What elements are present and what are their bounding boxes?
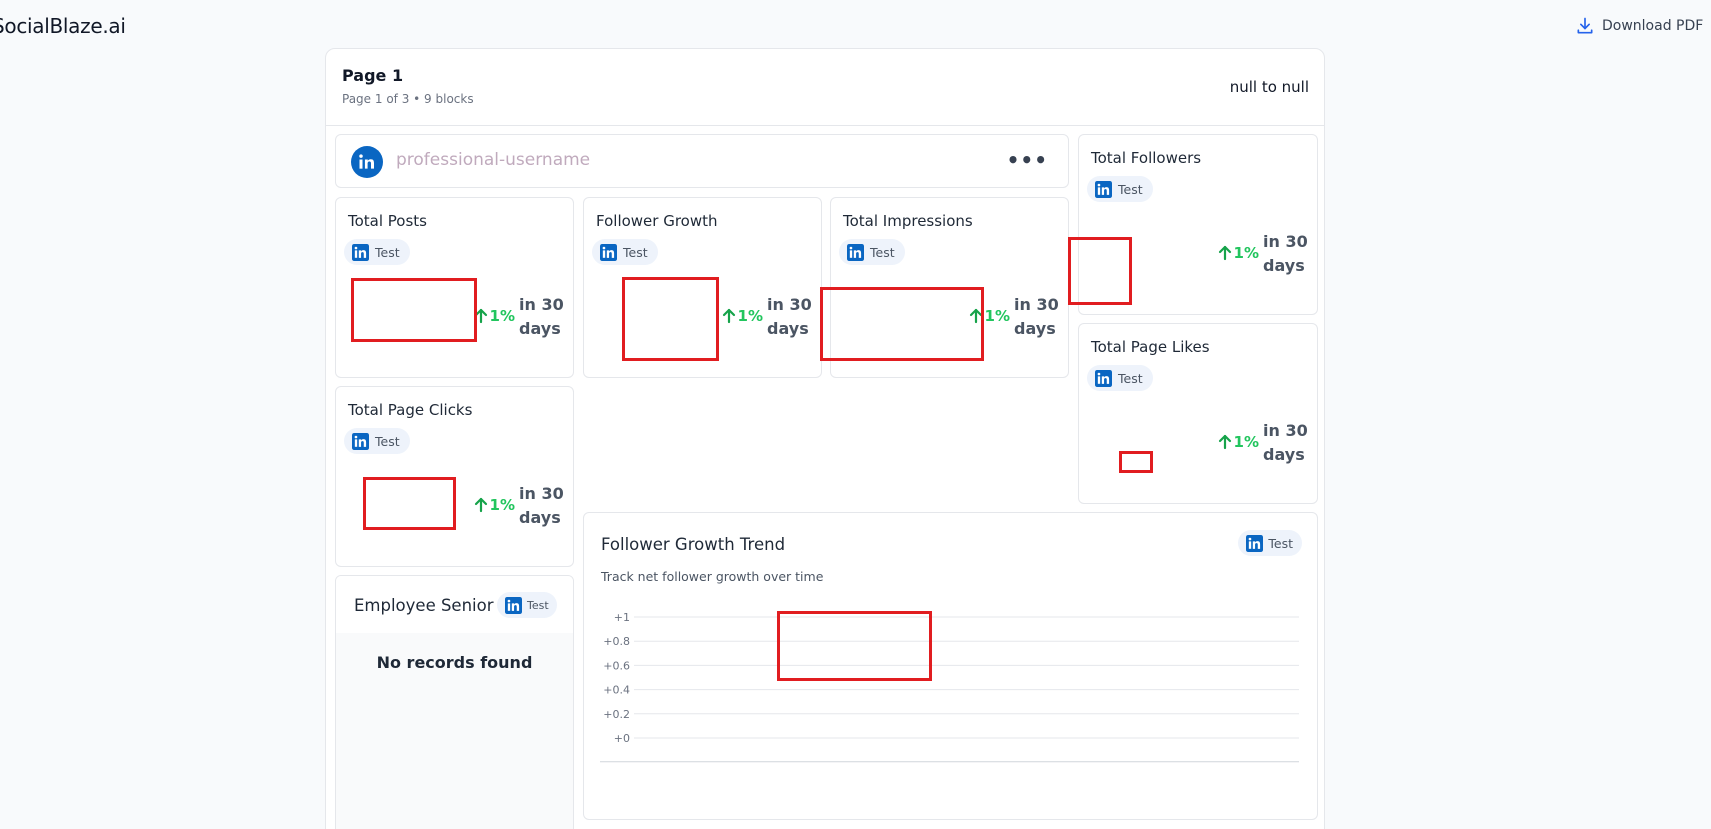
page-subtitle: Page 1 of 3 • 9 blocks	[342, 92, 474, 106]
highlight-box	[363, 477, 456, 530]
y-tick-label: +0.2	[603, 708, 630, 721]
arrow-up-icon	[474, 497, 487, 513]
linkedin-icon	[600, 243, 617, 261]
report-page: Page 1 Page 1 of 3 • 9 blocks null to nu…	[325, 48, 1325, 829]
change-indicator: 1%	[474, 496, 515, 514]
stat-title: Follower Growth	[596, 212, 718, 230]
empty-state-text: No records found	[376, 653, 533, 672]
change-indicator: 1%	[722, 307, 763, 325]
highlight-box	[622, 277, 719, 361]
change-period: in 30 days	[1263, 232, 1308, 275]
employee-senior-card: Employee Senior Test No records found	[335, 575, 574, 829]
stat-card-follower-growth: Follower Growth Test 1% in 30 days	[583, 197, 822, 378]
stat-title: Total Followers	[1091, 149, 1202, 167]
highlight-box	[820, 287, 984, 361]
employee-header: Employee Senior Test	[336, 576, 573, 633]
y-tick-label: +0.6	[603, 659, 630, 672]
stat-card-total-posts: Total Posts Test 1% in 30 days	[335, 197, 574, 378]
employee-list: No records found	[336, 633, 573, 829]
highlight-box	[777, 611, 932, 681]
linkedin-icon	[505, 596, 522, 614]
linkedin-icon	[1095, 180, 1112, 198]
highlight-box	[351, 278, 477, 342]
date-range: null to null	[1229, 78, 1309, 96]
y-tick-label: +0.8	[603, 635, 630, 648]
tag-label: Test	[527, 598, 549, 612]
change-period: in 30 days	[1014, 295, 1059, 338]
change-period: in 30 days	[1263, 421, 1308, 464]
change-indicator: 1%	[474, 307, 515, 325]
tag-label: Test	[375, 244, 400, 260]
page-title: Page 1	[342, 66, 404, 85]
follower-growth-trend-card: Follower Growth Trend Track net follower…	[583, 512, 1318, 820]
y-tick-label: +0.4	[603, 684, 630, 697]
linkedin-icon	[351, 146, 383, 178]
stat-title: Total Page Likes	[1091, 338, 1210, 356]
change-period: in 30 days	[767, 295, 812, 338]
y-tick-label: +0	[614, 732, 630, 745]
change-indicator: 1%	[1218, 433, 1259, 451]
download-icon	[1577, 17, 1593, 34]
linkedin-icon	[352, 432, 369, 450]
source-tag: Test	[839, 239, 905, 265]
linkedin-icon	[352, 243, 369, 261]
linkedin-icon	[1095, 369, 1112, 387]
source-tag: Test	[344, 239, 410, 265]
stat-card-total-page-clicks: Total Page Clicks Test 1% in 30 days	[335, 386, 574, 567]
stat-card-total-page-likes: Total Page Likes Test 1% in 30 days	[1078, 323, 1318, 504]
arrow-up-icon	[1218, 245, 1231, 261]
tag-label: Test	[870, 244, 895, 260]
stat-title: Total Impressions	[843, 212, 973, 230]
highlight-box	[1068, 237, 1132, 305]
change-value: 1%	[737, 307, 763, 325]
profile-bar: professional-username •••	[335, 134, 1069, 188]
y-tick-label: +1	[614, 611, 630, 624]
source-tag: Test	[1087, 176, 1153, 202]
change-period: in 30 days	[519, 295, 564, 338]
tag-label: Test	[1118, 370, 1143, 386]
stat-title: Total Page Clicks	[348, 401, 473, 419]
download-pdf-button[interactable]: Download PDF	[1575, 15, 1711, 37]
change-period: in 30 days	[519, 484, 564, 527]
change-value: 1%	[1233, 244, 1259, 262]
tag-label: Test	[375, 433, 400, 449]
highlight-box	[1119, 451, 1153, 473]
tag-label: Test	[623, 244, 648, 260]
source-tag: Test	[344, 428, 410, 454]
employee-title: Employee Senior	[354, 596, 494, 615]
change-value: 1%	[489, 307, 515, 325]
top-bar: SocialBlaze.ai Download PDF	[0, 0, 1711, 50]
download-pdf-label: Download PDF	[1602, 18, 1704, 34]
source-tag: Test	[497, 592, 557, 618]
stat-title: Total Posts	[348, 212, 427, 230]
more-options-icon[interactable]: •••	[1007, 148, 1048, 172]
change-value: 1%	[489, 496, 515, 514]
tag-label: Test	[1118, 181, 1143, 197]
arrow-up-icon	[722, 308, 735, 324]
brand-logo: SocialBlaze.ai	[0, 14, 126, 38]
linkedin-icon	[847, 243, 864, 261]
source-tag: Test	[592, 239, 658, 265]
source-tag: Test	[1087, 365, 1153, 391]
page-header: Page 1 Page 1 of 3 • 9 blocks null to nu…	[326, 49, 1324, 126]
follower-growth-chart: +1 +0.8 +0.6 +0.4 +0.2 +0	[600, 611, 1299, 763]
arrow-up-icon	[1218, 434, 1231, 450]
profile-username: professional-username	[396, 150, 591, 170]
change-value: 1%	[984, 307, 1010, 325]
change-value: 1%	[1233, 433, 1259, 451]
change-indicator: 1%	[1218, 244, 1259, 262]
